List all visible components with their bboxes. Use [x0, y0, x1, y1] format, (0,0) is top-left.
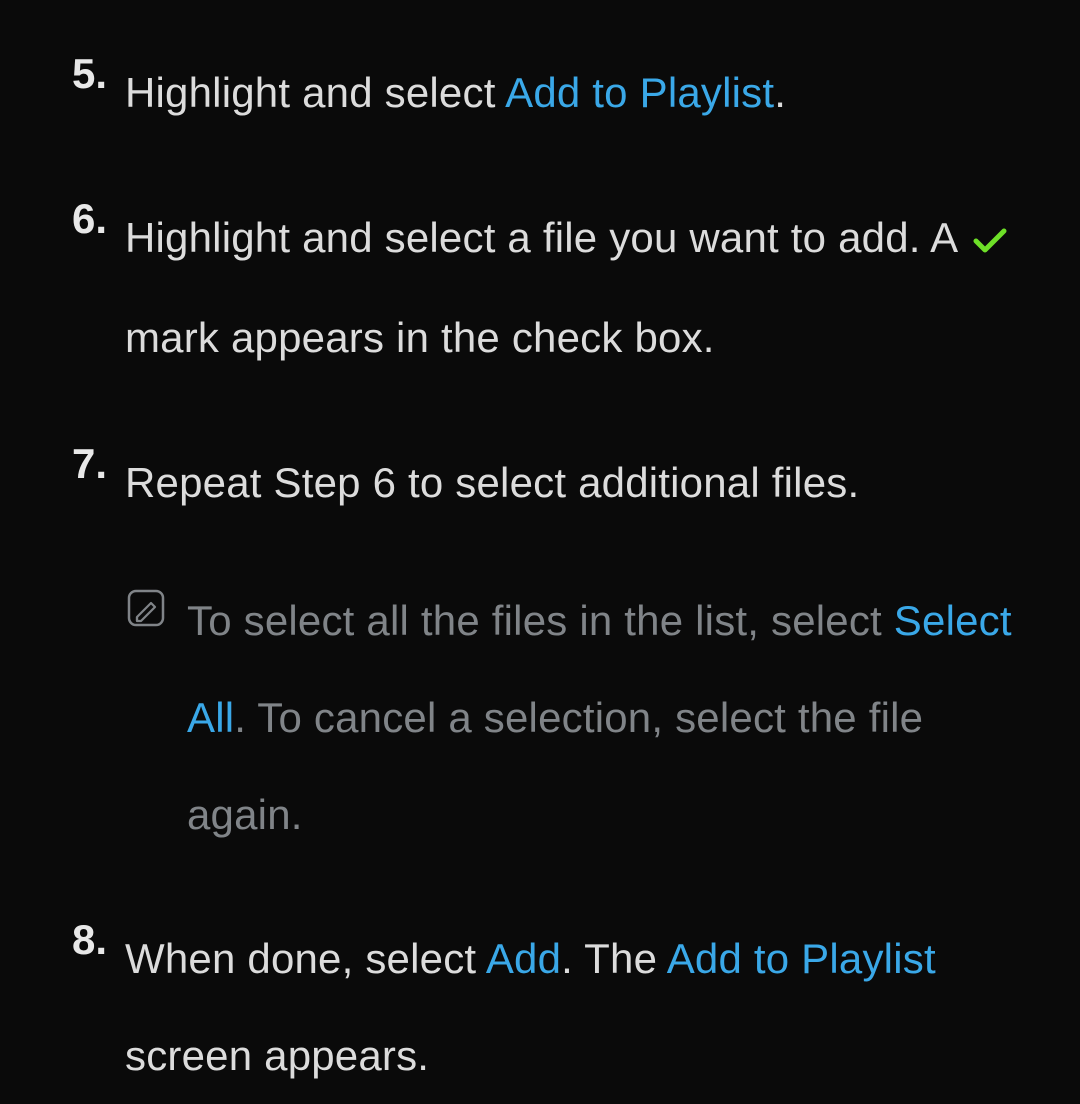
step-text: Highlight and select a file you want to …	[125, 190, 1030, 387]
text-segment: Highlight and select	[125, 69, 505, 116]
check-icon	[972, 194, 1008, 291]
step-text: Highlight and select Add to Playlist.	[125, 45, 1030, 142]
step-text: When done, select Add. The Add to Playli…	[125, 911, 1030, 1104]
accent-text: Add to Playlist	[505, 69, 774, 116]
step-6: 6. Highlight and select a file you want …	[50, 190, 1030, 387]
text-segment: screen appears.	[125, 1032, 429, 1079]
step-8: 8. When done, select Add. The Add to Pla…	[50, 911, 1030, 1104]
text-segment: To select all the files in the list, sel…	[187, 597, 894, 644]
step-7: 7. Repeat Step 6 to select additional fi…	[50, 435, 1030, 863]
step-number: 7.	[50, 435, 125, 863]
step-5: 5. Highlight and select Add to Playlist.	[50, 45, 1030, 142]
text-segment: .	[774, 69, 786, 116]
step-number: 6.	[50, 190, 125, 387]
note-text: To select all the files in the list, sel…	[187, 573, 1030, 863]
accent-text: Add to Playlist	[667, 935, 936, 982]
text-segment: . To cancel a selection, select the file…	[187, 694, 923, 838]
step-number: 5.	[50, 45, 125, 142]
text-segment: . The	[561, 935, 667, 982]
text-segment: mark appears in the check box.	[125, 314, 715, 361]
step-number: 8.	[50, 911, 125, 1104]
accent-text: Add	[486, 935, 561, 982]
text-segment: Highlight and select a file you want to …	[125, 214, 968, 261]
text-segment: Repeat Step 6 to select additional files…	[125, 459, 859, 506]
step-text: Repeat Step 6 to select additional files…	[125, 435, 1030, 863]
text-segment: When done, select	[125, 935, 486, 982]
note: To select all the files in the list, sel…	[125, 573, 1030, 863]
note-icon	[125, 573, 187, 863]
